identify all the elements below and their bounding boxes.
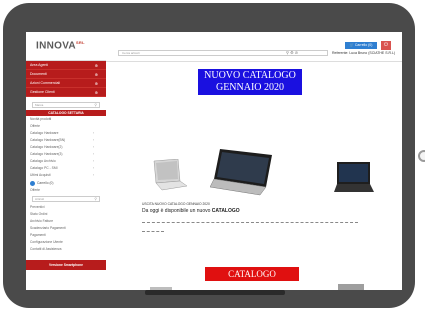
laptop-image-1 — [153, 159, 188, 191]
sidebar-link[interactable]: Pagamenti — [26, 232, 106, 239]
chevron-right-icon: › — [92, 152, 94, 156]
chevron-right-icon: › — [92, 166, 94, 170]
filter-icon[interactable]: ⚙ — [290, 50, 294, 55]
sidebar-item-0[interactable]: Area Agenti ⊕ — [26, 61, 106, 70]
sidebar-item-label: Novità prodotti — [30, 117, 52, 121]
divider — [142, 222, 358, 223]
sidebar-item-label: Documenti — [30, 72, 47, 76]
chevron-right-icon: › — [92, 159, 94, 163]
chevron-right-icon: › — [92, 131, 94, 135]
laptop-image-3 — [334, 162, 374, 192]
announcement-text: Da oggi è disponibile un nuovo CATALOGO — [142, 208, 240, 214]
sidebar-item-label: Catalogo Archivio — [30, 159, 56, 163]
laptop-image-2 — [210, 149, 272, 196]
sidebar-link[interactable]: Stato Ordini — [26, 211, 106, 218]
announcement-small: USCITA NUOVO CATALOGO GENNAIO 2020 — [142, 202, 210, 206]
sidebar-item-label: Offerte — [30, 124, 41, 128]
sidebar-item-label: Ultimi Acquisti — [30, 173, 51, 177]
divider — [142, 231, 164, 232]
sidebar-catalog-link[interactable]: Catalogo Hardware(BN) › — [26, 137, 106, 144]
innova-logo[interactable]: INNOVASRL — [36, 40, 85, 51]
plus-icon: ⊕ — [94, 90, 98, 95]
new-catalog-banner[interactable]: NUOVO CATALOGO GENNAIO 2020 — [198, 69, 302, 95]
sidebar-catalog-link[interactable]: Catalogo Hardware(3) › — [26, 151, 106, 158]
smartphone-version-button[interactable]: Versione Smartphone — [26, 260, 106, 270]
cart-icon: 🛒 — [349, 43, 354, 47]
main-content: NUOVO CATALOGO GENNAIO 2020 USCITA NUOVO… — [106, 61, 402, 290]
sidebar-item-offers[interactable]: Offerte — [26, 187, 106, 194]
search-icon: ⚲ — [94, 103, 97, 107]
sidebar-article-search[interactable]: Articoli ⚲ — [32, 196, 100, 202]
chevron-right-icon: › — [92, 145, 94, 149]
sidebar-catalog-link[interactable]: Catalogo Hardware › — [26, 130, 106, 137]
search-tools[interactable]: ⚲ ⚙ ⊘ — [286, 50, 298, 55]
sidebar-catalog-link[interactable]: Novità prodotti — [26, 116, 106, 123]
plus-icon: ⊕ — [94, 72, 98, 77]
cart-button[interactable]: 🛒 Carrello (0) — [345, 42, 377, 49]
sidebar-catalog-link[interactable]: Ultimi Acquisti › — [26, 172, 106, 179]
sidebar-catalog-link[interactable]: Catalogo PC - SMI › — [26, 165, 106, 172]
logo-area: INNOVASRL — [26, 32, 106, 61]
sidebar-item-3[interactable]: Gestione Clienti ⊕ — [26, 88, 106, 97]
sidebar-item-2[interactable]: Azioni Commerciali ⊕ — [26, 79, 106, 88]
sidebar-link[interactable]: Configurazione Utente — [26, 239, 106, 246]
search-icon[interactable]: ⚲ — [286, 50, 289, 55]
sidebar-link[interactable]: Archivio Fatture — [26, 218, 106, 225]
sidebar-link[interactable]: Contatti di Assistenza — [26, 246, 106, 253]
clear-icon[interactable]: ⊘ — [295, 50, 298, 55]
sidebar-item-1[interactable]: Documenti ⊕ — [26, 70, 106, 79]
screen: INNOVASRL Cerca articoli ⚲ ⚙ ⊘ Referente… — [26, 32, 402, 290]
search-icon: ⚲ — [94, 197, 97, 201]
sidebar-link[interactable]: Preventivi — [26, 204, 106, 211]
sidebar-item-label: Azioni Commerciali — [30, 81, 60, 85]
divider — [106, 61, 402, 62]
bezel-edge — [145, 290, 285, 295]
sidebar-item-label: Gestione Clienti — [30, 90, 55, 94]
sidebar-catalog-link[interactable]: Catalogo Archivio › — [26, 158, 106, 165]
chevron-right-icon: › — [92, 138, 94, 142]
power-icon[interactable]: ⏻ — [381, 41, 391, 50]
user-info: Referente: Luca Bruno (SCIATHE S.R.L) — [332, 51, 396, 55]
printer-image-2 — [338, 284, 364, 290]
banner-line2: GENNAIO 2020 — [215, 82, 285, 93]
chevron-right-icon: › — [92, 173, 94, 177]
sidebar-cart[interactable]: Carrello (0) — [26, 179, 106, 187]
sidebar-catalog-link[interactable]: Catalogo Hardware(2) › — [26, 144, 106, 151]
sidebar-catalog-link[interactable]: Offerte — [26, 123, 106, 130]
tablet-home-button[interactable] — [418, 150, 425, 162]
cart-icon — [30, 180, 35, 186]
sidebar: Area Agenti ⊕ Documenti ⊕ Azioni Commerciali… — [26, 61, 106, 290]
sidebar-item-label: Catalogo Hardware(2) — [30, 145, 63, 149]
banner-line1: NUOVO CATALOGO — [204, 70, 296, 81]
sidebar-brand-search[interactable]: Marca ⚲ — [32, 102, 100, 108]
sidebar-item-label: Catalogo Hardware(3) — [30, 152, 63, 156]
printer-catalog-banner[interactable]: CATALOGO STAMPANTI — [205, 267, 299, 290]
sidebar-link[interactable]: Scadenziario Pagamenti — [26, 225, 106, 232]
sidebar-item-label: Catalogo Hardware — [30, 131, 59, 135]
sidebar-item-label: Catalogo Hardware(BN) — [30, 138, 66, 142]
plus-icon: ⊕ — [94, 81, 98, 86]
sidebar-item-label: Catalogo PC - SMI — [30, 166, 58, 170]
sidebar-item-label: Area Agenti — [30, 63, 49, 67]
plus-icon: ⊕ — [94, 63, 98, 68]
